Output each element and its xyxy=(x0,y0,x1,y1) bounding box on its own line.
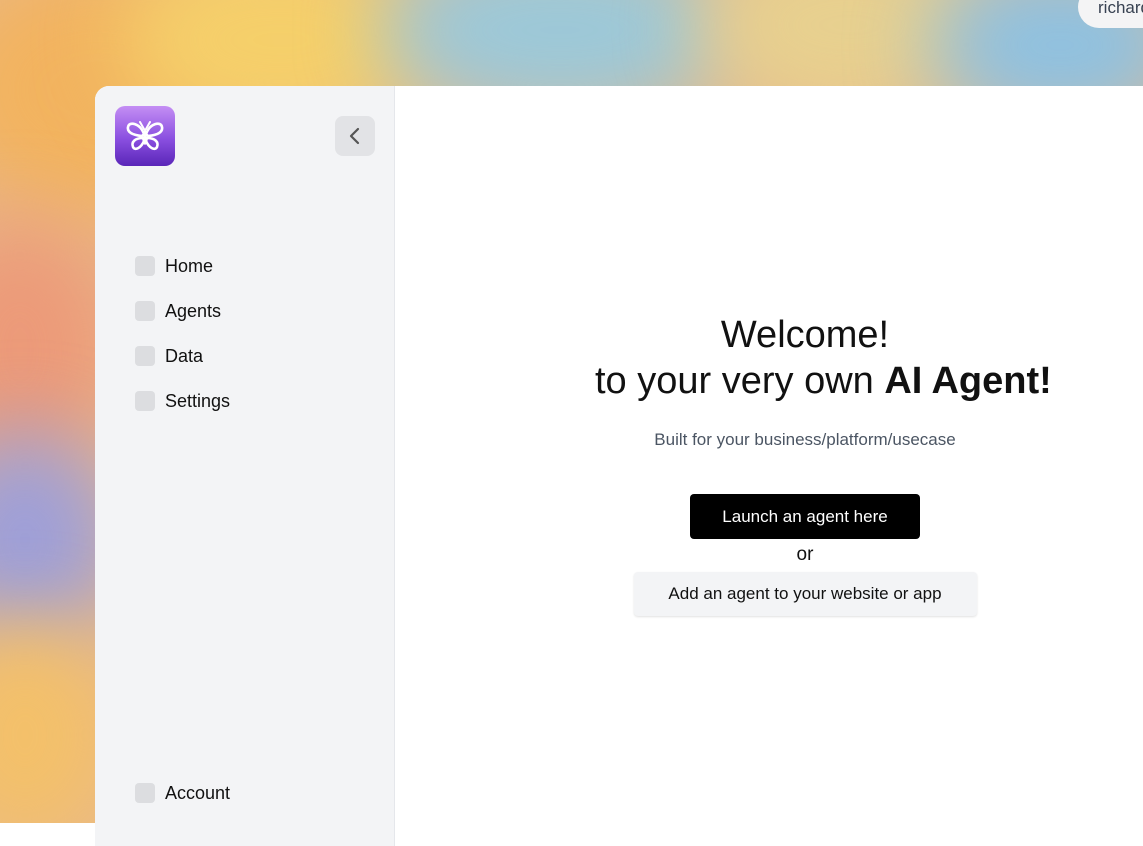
subheading-emphasis: AI Agent! xyxy=(884,360,1052,402)
sidebar-item-agents[interactable]: Agents xyxy=(135,301,230,321)
sidebar: Home Agents Data Settings Account xyxy=(95,86,395,846)
sidebar-item-home[interactable]: Home xyxy=(135,256,230,276)
welcome-description: Built for your business/platform/usecase xyxy=(654,430,956,449)
sidebar-item-settings[interactable]: Settings xyxy=(135,391,230,411)
sidebar-item-label: Settings xyxy=(165,390,231,411)
sidebar-item-label: Home xyxy=(165,255,214,276)
butterfly-icon xyxy=(126,121,164,151)
sidebar-item-account[interactable]: Account xyxy=(135,783,230,803)
welcome-section: Welcome! to your very own AI Agent! Buil… xyxy=(595,312,1052,616)
welcome-subheading: to your very own AI Agent! xyxy=(595,358,1052,404)
settings-icon xyxy=(135,391,155,411)
sidebar-item-data[interactable]: Data xyxy=(135,346,230,366)
welcome-title: Welcome! xyxy=(720,314,890,356)
user-menu-button[interactable]: richard xyxy=(1078,0,1143,28)
user-name: richard xyxy=(1098,0,1143,17)
or-divider-text: or xyxy=(796,544,814,565)
subheading-prefix: to your very own xyxy=(595,360,885,402)
sidebar-item-label: Account xyxy=(165,782,231,803)
launch-agent-button[interactable]: Launch an agent here xyxy=(690,494,920,539)
app-window: Home Agents Data Settings Account Welcom… xyxy=(95,86,1143,846)
home-icon xyxy=(135,256,155,276)
sidebar-nav: Home Agents Data Settings xyxy=(135,256,230,436)
main-content: Welcome! to your very own AI Agent! Buil… xyxy=(395,86,1143,846)
collapse-sidebar-button[interactable] xyxy=(335,116,375,156)
agents-icon xyxy=(135,301,155,321)
add-agent-button[interactable]: Add an agent to your website or app xyxy=(633,572,977,616)
sidebar-item-label: Agents xyxy=(165,300,222,321)
sidebar-item-label: Data xyxy=(165,345,204,366)
data-icon xyxy=(135,346,155,366)
chevron-left-icon xyxy=(349,127,360,145)
account-icon xyxy=(135,783,155,803)
app-logo[interactable] xyxy=(115,106,175,166)
